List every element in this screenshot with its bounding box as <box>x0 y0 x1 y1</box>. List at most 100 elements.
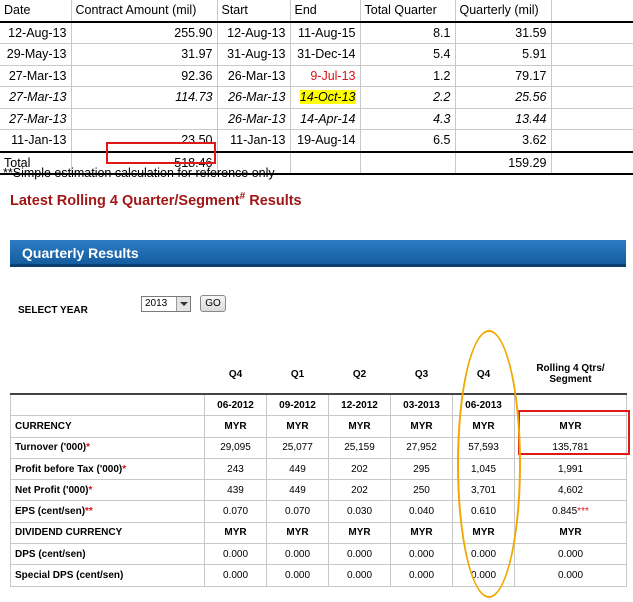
row-label: DIVIDEND CURRENCY <box>10 521 205 545</box>
cell-date: 29-May-13 <box>0 43 72 66</box>
cell-quarters: 5.4 <box>360 43 456 66</box>
table-row: DPS (cent/sen) 0.000 0.000 0.000 0.000 0… <box>10 543 627 566</box>
cell-date: 12-Aug-13 <box>0 21 72 44</box>
value-cell: 202 <box>328 479 391 502</box>
q4-annotation-ellipse <box>457 330 521 598</box>
cell-quarterly: 13.44 <box>455 108 552 130</box>
row-label: DPS (cent/sen) <box>10 543 205 566</box>
cell-quarters: 4.3 <box>360 108 456 130</box>
rolling-value: 0.000 <box>514 543 627 566</box>
period-date: 09-2012 <box>266 393 329 417</box>
row-label: Turnover ('000)* <box>10 436 205 459</box>
cell-start: 11-Jan-13 <box>217 129 291 152</box>
empty-cell <box>551 0 633 23</box>
value-cell: 0.070 <box>266 500 329 523</box>
contract-header-row: Date Contract Amount (mil) Start End Tot… <box>0 0 633 23</box>
quarter-header-row: Q4 Q1 Q2 Q3 Q4 Rolling 4 Qtrs/ Segment <box>11 355 627 394</box>
cell-amount <box>71 108 218 130</box>
period-date: 03-2013 <box>390 393 453 417</box>
select-year-label: SELECT YEAR <box>18 305 88 316</box>
contract-table: Date Contract Amount (mil) Start End Tot… <box>0 0 633 175</box>
empty-cell <box>10 393 205 417</box>
total-amount-annotation-box <box>106 142 216 164</box>
cell-date: 27-Mar-13 <box>0 65 72 87</box>
year-select-value: 2013 <box>145 298 168 309</box>
value-cell: 25,159 <box>328 436 391 459</box>
cell-date: 11-Jan-13 <box>0 129 72 152</box>
value-cell: 0.000 <box>204 564 267 587</box>
header-end: End <box>290 0 361 23</box>
value-cell: 0.000 <box>266 564 329 587</box>
year-select[interactable]: 2013 <box>141 296 191 312</box>
empty-cell <box>551 86 633 109</box>
quarterly-results-table: Q4 Q1 Q2 Q3 Q4 Rolling 4 Qtrs/ Segment 0… <box>10 355 627 587</box>
value-cell: 29,095 <box>204 436 267 459</box>
period-date: 12-2012 <box>328 393 391 417</box>
contract-row: 27-Mar-13 92.36 26-Mar-13 9-Jul-13 1.2 7… <box>0 65 633 87</box>
value-cell: 202 <box>328 457 391 481</box>
empty-cell <box>551 43 633 66</box>
cell-end: 14-Oct-13 <box>290 86 361 109</box>
estimation-footnote: **Simple estimation calculation for refe… <box>3 166 275 180</box>
cell-quarterly: 5.91 <box>455 43 552 66</box>
rolling-value: 1,991 <box>514 457 627 481</box>
cell-quarterly: 25.56 <box>455 86 552 109</box>
value-cell: 243 <box>204 457 267 481</box>
contract-row: 12-Aug-13 255.90 12-Aug-13 11-Aug-15 8.1… <box>0 21 633 44</box>
empty-cell <box>11 355 205 394</box>
cell-quarterly: 3.62 <box>455 129 552 152</box>
chevron-down-icon[interactable] <box>176 297 190 311</box>
quarter-label: Q2 <box>352 368 367 380</box>
rolling-results-title: Latest Rolling 4 Quarter/Segment# Result… <box>10 191 302 209</box>
rolling-value: 4,602 <box>514 479 627 502</box>
cell-end: 14-Apr-14 <box>290 108 361 130</box>
empty-cell <box>551 150 633 175</box>
contract-row: 11-Jan-13 23.50 11-Jan-13 19-Aug-14 6.5 … <box>0 129 633 152</box>
empty-cell <box>290 150 361 175</box>
cell-start: 12-Aug-13 <box>217 21 291 44</box>
value-cell: 0.070 <box>204 500 267 523</box>
rolling-title-suffix: Results <box>245 192 302 209</box>
cell-amount: 255.90 <box>71 21 218 44</box>
cell-end-highlighted: 9-Jul-13 <box>290 65 361 87</box>
period-date: 06-2012 <box>204 393 267 417</box>
value-cell: MYR <box>328 415 391 438</box>
value-cell: 0.000 <box>204 543 267 566</box>
value-cell: 0.000 <box>328 564 391 587</box>
cell-start: 26-Mar-13 <box>217 65 291 87</box>
cell-quarters: 2.2 <box>360 86 456 109</box>
header-total-quarter: Total Quarter <box>360 0 456 23</box>
cell-end: 31-Dec-14 <box>290 43 361 66</box>
cell-end: 19-Aug-14 <box>290 129 361 152</box>
quarter-label: Q4 <box>228 368 243 380</box>
row-label: EPS (cent/sen)** <box>10 500 205 523</box>
value-cell: 0.000 <box>390 564 453 587</box>
cell-start: 26-Mar-13 <box>217 108 291 130</box>
quarter-label: Q1 <box>290 368 305 380</box>
value-cell: 0.000 <box>390 543 453 566</box>
empty-cell <box>551 21 633 44</box>
value-cell: 0.040 <box>390 500 453 523</box>
rolling-value: 0.845*** <box>514 500 627 523</box>
row-label: Profit before Tax ('000)* <box>10 457 205 481</box>
go-button[interactable]: GO <box>200 295 226 312</box>
table-row: Special DPS (cent/sen) 0.000 0.000 0.000… <box>10 564 627 587</box>
value-cell: 439 <box>204 479 267 502</box>
contract-row: 29-May-13 31.97 31-Aug-13 31-Dec-14 5.4 … <box>0 43 633 66</box>
value-cell: 27,952 <box>390 436 453 459</box>
cell-quarters: 8.1 <box>360 21 456 44</box>
cell-amount: 31.97 <box>71 43 218 66</box>
value-cell: 0.000 <box>266 543 329 566</box>
quarter-label: Q3 <box>414 368 429 380</box>
cell-amount: 114.73 <box>71 86 218 109</box>
value-cell: 250 <box>390 479 453 502</box>
cell-start: 26-Mar-13 <box>217 86 291 109</box>
header-quarterly: Quarterly (mil) <box>455 0 552 23</box>
cell-date: 27-Mar-13 <box>0 108 72 130</box>
header-contract-amount: Contract Amount (mil) <box>71 0 218 23</box>
value-cell: MYR <box>390 521 453 545</box>
empty-cell <box>551 129 633 152</box>
empty-cell <box>551 108 633 130</box>
header-start: Start <box>217 0 291 23</box>
row-label: Special DPS (cent/sen) <box>10 564 205 587</box>
